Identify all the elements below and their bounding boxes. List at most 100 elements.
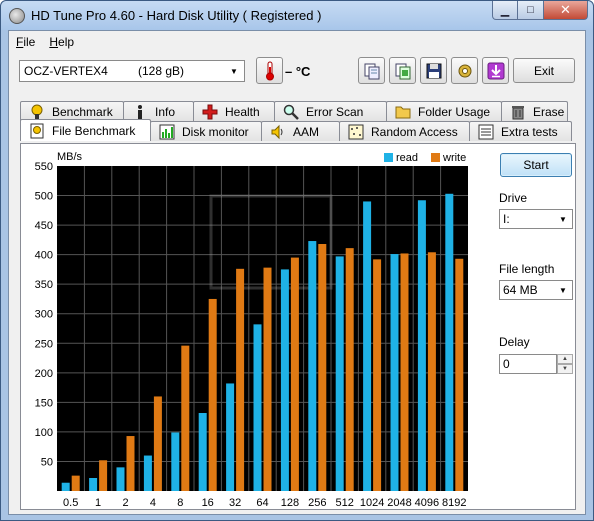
download-arrow-icon [487,62,504,79]
floppy-disk-icon [426,63,441,78]
tab-benchmark[interactable]: Benchmark [20,101,124,121]
extra-tests-icon [478,124,494,139]
x-tick-label: 256 [308,497,326,509]
window-controls: ▁ □ ✕ [492,1,588,20]
random-access-icon [348,124,364,139]
bar-read [198,413,207,491]
options-button[interactable] [451,57,478,84]
file-benchmark-panel: 50 100 150 200 250 300 350 400 450 500 550 0.5 1 2 4 8 1… [20,143,576,510]
x-tick-label: 0.5 [63,497,78,509]
tab-random-access[interactable]: Random Access [339,121,470,141]
bar-write [263,267,272,491]
tab-erase[interactable]: Erase [501,101,568,121]
bar-read [390,254,399,491]
drive-label: Drive [499,191,528,205]
chevron-down-icon: ▼ [230,66,238,76]
spin-up-button[interactable]: ▲ [557,354,573,364]
drive-dropdown[interactable]: OCZ-VERTEX4 (128 gB) ▼ [19,60,245,82]
bar-write [153,396,162,491]
x-tick-label: 512 [336,497,354,509]
tab-file-benchmark[interactable]: File Benchmark [20,119,151,141]
error-scan-icon [283,104,299,120]
tab-info[interactable]: Info [123,101,194,121]
maximize-button[interactable]: □ [518,1,544,20]
bar-read [226,383,235,491]
thermometer-button[interactable] [256,57,283,84]
folder-icon [395,106,411,118]
bar-write [71,475,80,491]
download-button[interactable] [482,57,509,84]
disk-monitor-icon [159,124,175,139]
copy-info-button[interactable] [358,57,385,84]
y-tick-label: 400 [35,250,53,262]
y-tick-label: 500 [35,191,53,203]
y-axis-label: MB/s [57,151,83,163]
bar-write [99,460,108,491]
file-benchmark-icon [30,123,44,138]
bar-read [61,482,70,491]
bar-write [236,268,245,491]
chevron-down-icon: ▼ [559,214,567,224]
x-tick-label: 1 [95,497,101,509]
exit-button[interactable]: Exit [513,58,575,83]
delay-spinner: ▲ ▼ [557,354,573,374]
bar-read [253,324,262,491]
bar-write [427,252,436,491]
tab-folder-usage[interactable]: Folder Usage [386,101,502,121]
minimize-button[interactable]: ▁ [492,1,518,20]
bar-read [89,478,98,491]
x-tick-label: 8192 [442,497,466,509]
temperature-readout: – °C [285,64,311,79]
bar-read [335,256,344,491]
bar-read [363,201,372,492]
tab-aam[interactable]: AAM [261,121,340,141]
window-title: HD Tune Pro 4.60 - Hard Disk Utility ( R… [31,8,322,23]
tab-error-scan[interactable]: Error Scan [274,101,387,121]
bar-write [181,345,190,491]
info-icon [138,104,142,119]
x-tick-label: 2048 [387,497,411,509]
bar-write [318,244,327,491]
y-tick-label: 100 [35,427,53,439]
aam-icon [271,124,283,139]
title-bar[interactable]: HD Tune Pro 4.60 - Hard Disk Utility ( R… [1,1,593,30]
toolbar: OCZ-VERTEX4 (128 gB) ▼ – °C Exit [9,52,585,96]
tab-health[interactable]: Health [193,101,275,121]
x-tick-label: 16 [202,497,214,509]
thermometer-icon [265,61,274,80]
menu-file[interactable]: File [9,35,42,49]
bar-write [290,257,299,491]
drive-letter-select[interactable]: I: ▼ [499,209,573,229]
save-button[interactable] [420,57,447,84]
bar-write [208,298,217,491]
bar-read [308,241,317,491]
y-tick-label: 550 [35,161,53,173]
file-length-label: File length [499,262,555,276]
bar-write [345,248,354,491]
tab-disk-monitor[interactable]: Disk monitor [150,121,262,141]
chevron-down-icon: ▼ [559,285,567,295]
x-tick-label: 4096 [415,497,439,509]
client-area: File Help OCZ-VERTEX4 (128 gB) ▼ – °C Ex… [8,30,586,515]
app-disk-icon [9,8,25,24]
delay-input[interactable]: 0 [499,354,557,374]
file-length-select[interactable]: 64 MB ▼ [499,280,573,300]
health-icon [202,104,218,119]
y-tick-label: 250 [35,338,53,350]
drive-size: (128 gB) [138,64,185,78]
y-tick-label: 200 [35,368,53,380]
x-tick-label: 8 [177,497,183,509]
x-tick-label: 64 [256,497,268,509]
close-button[interactable]: ✕ [544,1,588,20]
y-tick-label: 300 [35,309,53,321]
x-tick-label: 128 [281,497,299,509]
bar-read [143,455,152,491]
benchmark-chart: 501001502002503003504004505005500.5 1 2 4 8 1… [35,151,468,509]
menu-bar: File Help [9,31,585,52]
spin-down-button[interactable]: ▼ [557,364,573,374]
start-button[interactable]: Start [500,153,572,177]
copy-screenshot-button[interactable] [389,57,416,84]
tab-extra-tests[interactable]: Extra tests [469,121,572,141]
menu-help[interactable]: Help [42,35,81,49]
legend-swatch-write [431,153,440,162]
